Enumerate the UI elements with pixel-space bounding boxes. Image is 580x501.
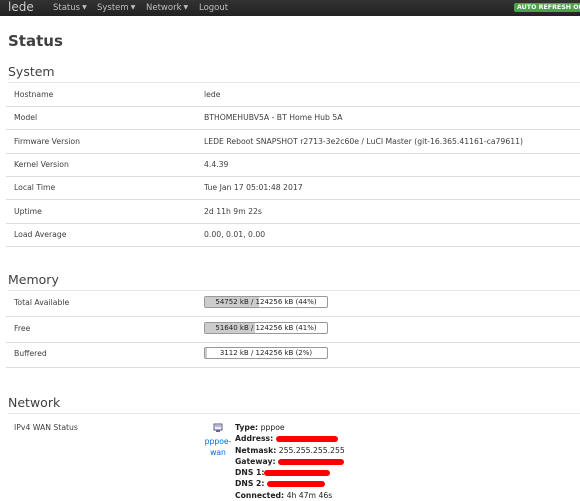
system-heading: System <box>8 64 580 83</box>
top-navbar: lede Status ▼ System ▼ Network ▼ Logout AUT… <box>0 0 580 16</box>
menu-network[interactable]: Network ▼ <box>146 0 188 16</box>
system-row: Load Average 0.00, 0.01, 0.00 <box>6 223 580 247</box>
system-row: Uptime 2d 11h 9m 22s <box>6 200 580 224</box>
network-port-icon <box>213 423 223 432</box>
row-key: Uptime <box>14 206 42 216</box>
memory-row: Buffered 3112 kB / 124256 kB (2%) <box>6 342 580 369</box>
memory-heading: Memory <box>8 272 580 291</box>
progress-text: 3112 kB / 124256 kB (2%) <box>219 349 313 358</box>
netmask-value: 255.255.255.255 <box>278 445 345 455</box>
auto-refresh-toggle[interactable]: AUTO REFRESH ON <box>514 3 580 12</box>
dns2-label: DNS 2: <box>235 479 265 489</box>
dns1-label: DNS 1: <box>235 468 265 478</box>
menu-system[interactable]: System ▼ <box>97 0 135 16</box>
wan-details: Type: pppoe Address: Netmask: 255.255.25… <box>235 422 345 501</box>
row-key: Load Average <box>14 229 67 239</box>
redaction-mark <box>275 436 338 443</box>
connected-label: Connected: <box>235 490 285 500</box>
row-value: 4.4.39 <box>204 159 229 169</box>
address-label: Address: <box>235 434 274 444</box>
gateway-label: Gateway: <box>235 456 276 466</box>
memory-progress-bar: 54752 kB / 124256 kB (44%) <box>204 296 328 308</box>
memory-row: Free 51640 kB / 124256 kB (41%) <box>6 317 580 343</box>
row-key: Free <box>14 323 31 333</box>
system-row: Local Time Tue Jan 17 05:01:48 2017 <box>6 176 580 201</box>
caret-down-icon: ▼ <box>130 4 136 11</box>
row-key: Model <box>14 113 38 123</box>
redaction-mark <box>266 481 325 488</box>
row-value: LEDE Reboot SNAPSHOT r2713-3e2c60e / LuC… <box>204 136 523 146</box>
row-key: Kernel Version <box>14 159 69 169</box>
type-label: Type: <box>235 423 259 432</box>
row-key: Total Available <box>14 298 70 307</box>
progress-text: 51640 kB / 124256 kB (41%) <box>215 323 317 332</box>
menu-logout[interactable]: Logout <box>199 0 228 16</box>
row-key: Local Time <box>14 183 56 193</box>
redaction-mark <box>277 458 344 465</box>
page-title: Status <box>8 32 63 50</box>
row-key: Buffered <box>14 349 47 359</box>
redaction-mark <box>264 470 331 477</box>
system-row: Kernel Version 4.4.39 <box>6 153 580 177</box>
row-key: Firmware Version <box>14 136 80 146</box>
row-value: 0.00, 0.01, 0.00 <box>204 229 266 239</box>
memory-row: Total Available 54752 kB / 124256 kB (44%… <box>6 291 580 317</box>
system-row: Hostname lede <box>6 83 580 107</box>
ipv4-wan-label: IPv4 WAN Status <box>14 423 78 432</box>
progress-text: 54752 kB / 124256 kB (44%) <box>215 298 317 306</box>
system-row: Firmware Version LEDE Reboot SNAPSHOT r27… <box>6 130 580 154</box>
type-value: pppoe <box>260 423 285 432</box>
row-value: BTHOMEHUBV5A - BT Home Hub 5A <box>204 113 343 123</box>
row-value: 2d 11h 9m 22s <box>204 206 262 216</box>
memory-progress-bar: 51640 kB / 124256 kB (41%) <box>204 321 328 334</box>
caret-down-icon: ▼ <box>183 4 189 11</box>
wan-interface-link[interactable]: pppoe-wan <box>201 436 235 458</box>
row-value: lede <box>204 90 221 99</box>
memory-progress-bar: 3112 kB / 124256 kB (2%) <box>204 347 328 360</box>
system-row: Model BTHOMEHUBV5A - BT Home Hub 5A <box>6 106 580 131</box>
connected-value: 4h 47m 46s <box>286 490 333 500</box>
netmask-label: Netmask: <box>235 445 277 455</box>
caret-down-icon: ▼ <box>82 4 87 11</box>
menu-status[interactable]: Status ▼ <box>53 0 87 16</box>
row-value: Tue Jan 17 05:01:48 2017 <box>204 183 303 193</box>
row-key: Hostname <box>14 90 54 99</box>
brand-logo[interactable]: lede <box>8 0 34 15</box>
network-heading: Network <box>8 395 580 414</box>
